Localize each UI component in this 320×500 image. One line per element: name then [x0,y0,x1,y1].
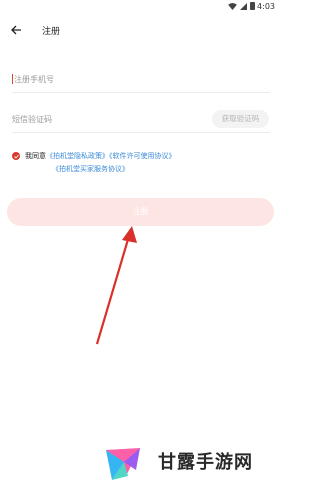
status-bar: 4:03 [0,0,281,14]
text-cursor [12,74,13,84]
signal-icon [240,2,247,10]
sms-code-input[interactable] [12,111,202,127]
code-field: 获取验证码 [12,108,270,133]
phone-field [12,68,270,93]
buyer-service-link[interactable]: 《拍机堂买家服务协议》 [52,165,129,173]
register-button[interactable]: 注册 [7,198,274,226]
agreement-line-1: 我同意《拍机堂隐私政策》《软件许可使用协议》 [25,151,176,161]
phone-input[interactable] [14,71,204,87]
license-agreement-link[interactable]: 《软件许可使用协议》 [109,152,176,160]
watermark-text: 甘露手游网 [158,452,253,473]
agreement: 我同意《拍机堂隐私政策》《软件许可使用协议》 《拍机堂买家服务协议》 [12,151,272,177]
watermark-logo-icon [106,448,140,480]
agreement-line-2: 《拍机堂买家服务协议》 [52,164,129,174]
page-title: 注册 [42,27,61,37]
watermark: 甘露手游网 [98,436,273,488]
back-arrow-icon[interactable] [9,23,23,37]
app-bar: 注册 [0,20,281,42]
agree-checkbox[interactable] [12,152,20,160]
privacy-policy-link[interactable]: 《拍机堂隐私政策》 [46,152,109,160]
status-time: 4:03 [257,2,275,11]
check-icon [13,154,19,159]
status-icons [228,2,255,10]
get-code-button[interactable]: 获取验证码 [212,110,269,128]
agree-prefix: 我同意 [25,152,46,160]
wifi-icon [228,2,237,10]
battery-icon [250,2,255,10]
